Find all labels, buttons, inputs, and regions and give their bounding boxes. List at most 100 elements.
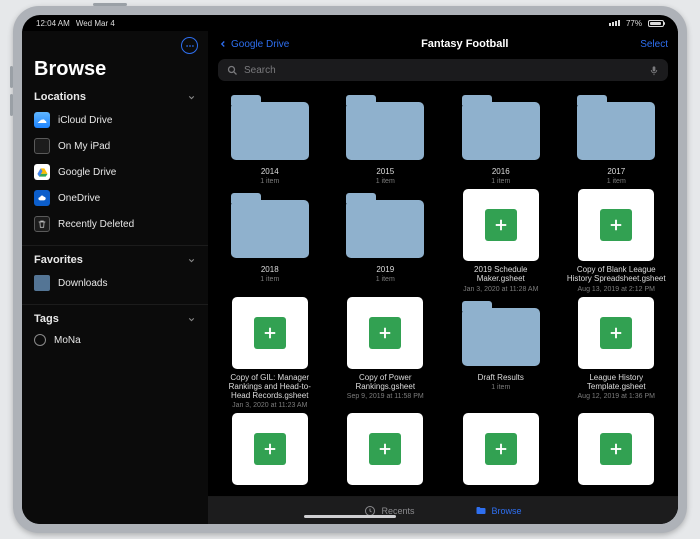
file-tile[interactable] — [332, 413, 440, 491]
sidebar-title: Browse — [22, 56, 208, 89]
file-meta: 1 item — [376, 276, 395, 283]
sidebar-item-google-drive[interactable]: Google Drive — [28, 159, 202, 185]
back-button[interactable]: Google Drive — [218, 39, 289, 50]
file-meta: 1 item — [491, 178, 510, 185]
folder-icon — [226, 91, 314, 163]
icloud-icon: ☁ — [34, 112, 50, 128]
file-meta: 1 item — [607, 178, 626, 185]
file-name: 2019 Schedule Maker.gsheet — [451, 265, 551, 283]
tag-circle-icon — [34, 334, 46, 346]
file-name: Copy of Power Rankings.gsheet — [335, 373, 435, 391]
file-tile[interactable]: 2019 Schedule Maker.gsheet Jan 3, 2020 at… — [447, 189, 555, 292]
file-tile[interactable]: Draft Results1 item — [447, 297, 555, 410]
file-name: 2015 — [376, 167, 394, 176]
battery-percent: 77% — [626, 19, 642, 28]
gsheet-icon — [457, 189, 545, 261]
folder-icon — [475, 505, 487, 517]
volume-button-down — [10, 94, 13, 116]
ipad-icon — [34, 138, 50, 154]
chevron-down-icon — [187, 256, 196, 265]
gsheet-icon — [572, 297, 660, 369]
section-label: Favorites — [34, 254, 83, 266]
tab-browse[interactable]: Browse — [475, 505, 522, 517]
mic-icon[interactable] — [648, 65, 660, 76]
file-meta: Jan 3, 2020 at 11:23 AM — [232, 402, 307, 409]
gsheet-icon — [572, 189, 660, 261]
back-label: Google Drive — [231, 39, 289, 50]
section-locations-header[interactable]: Locations — [22, 89, 208, 105]
sidebar-item-trash[interactable]: Recently Deleted — [28, 211, 202, 237]
file-tile[interactable]: 2017 1 item — [563, 91, 671, 185]
sidebar-item-label: Google Drive — [58, 167, 116, 178]
file-tile[interactable]: 20141 item — [216, 91, 324, 185]
gsheet-icon — [226, 413, 314, 485]
file-name: 2019 — [376, 265, 394, 274]
gsheet-icon — [341, 413, 429, 485]
trash-icon — [34, 216, 50, 232]
file-tile[interactable] — [447, 413, 555, 491]
file-meta: Sep 9, 2019 at 11:58 PM — [347, 393, 424, 400]
file-name: Copy of GIL: Manager Rankings and Head-t… — [220, 373, 320, 401]
folder-icon — [457, 297, 545, 369]
more-circle-icon[interactable] — [181, 37, 198, 54]
folder-icon — [572, 91, 660, 163]
status-bar: 12:04 AM Wed Mar 4 77% — [22, 15, 678, 31]
section-tags-header[interactable]: Tags — [22, 311, 208, 327]
nav-bar: Google Drive Fantasy Football Select — [208, 31, 678, 57]
sidebar-item-label: iCloud Drive — [58, 115, 112, 126]
select-button[interactable]: Select — [640, 39, 668, 50]
file-tile[interactable]: 20181 item — [216, 189, 324, 292]
sidebar-item-label: MoNa — [54, 335, 81, 346]
onedrive-icon — [34, 190, 50, 206]
sidebar-item-downloads[interactable]: Downloads — [28, 270, 202, 296]
file-tile[interactable]: League History Template.gsheetAug 12, 20… — [563, 297, 671, 410]
home-indicator[interactable] — [304, 515, 396, 518]
tab-bar: Recents Browse — [208, 496, 678, 524]
file-meta: 1 item — [376, 178, 395, 185]
sidebar-item-tag[interactable]: MoNa — [28, 329, 202, 351]
battery-icon — [648, 20, 664, 27]
file-tile[interactable] — [563, 413, 671, 491]
gsheet-icon — [572, 413, 660, 485]
file-tile[interactable]: 2019 1 item — [332, 189, 440, 292]
status-date: Wed Mar 4 — [76, 19, 115, 28]
file-tile[interactable] — [216, 413, 324, 491]
section-favorites-header[interactable]: Favorites — [22, 252, 208, 268]
file-meta: 1 item — [260, 276, 279, 283]
file-tile[interactable]: Copy of Blank League History Spreadsheet… — [563, 189, 671, 292]
sidebar-item-ipad[interactable]: On My iPad — [28, 133, 202, 159]
search-placeholder: Search — [244, 65, 642, 76]
gsheet-icon — [226, 297, 314, 369]
tab-label: Recents — [381, 506, 414, 516]
main-pane: Google Drive Fantasy Football Select Sea… — [208, 31, 678, 524]
favorites-list: Downloads — [22, 268, 208, 298]
search-icon — [226, 64, 238, 76]
divider — [22, 245, 208, 246]
tab-label: Browse — [492, 506, 522, 516]
volume-button-up — [10, 66, 13, 88]
file-meta: Jan 3, 2020 at 11:28 AM — [463, 286, 538, 293]
file-name: 2017 — [607, 167, 625, 176]
status-time: 12:04 AM — [36, 19, 70, 28]
google-drive-icon — [34, 164, 50, 180]
file-tile[interactable]: Copy of Power Rankings.gsheet Sep 9, 2019… — [332, 297, 440, 410]
file-grid-scroll[interactable]: 20141 item20151 item20161 item20171 item… — [208, 87, 678, 496]
section-label: Locations — [34, 91, 86, 103]
sidebar-item-icloud[interactable]: ☁ iCloud Drive — [28, 107, 202, 133]
gsheet-icon — [341, 297, 429, 369]
sidebar-item-onedrive[interactable]: OneDrive — [28, 185, 202, 211]
file-name: League History Template.gsheet — [566, 373, 666, 391]
screen: 12:04 AM Wed Mar 4 77% Browse Locations — [22, 15, 678, 524]
chevron-down-icon — [187, 315, 196, 324]
file-tile[interactable]: 20161 item — [447, 91, 555, 185]
file-tile[interactable]: Copy of GIL: Manager Rankings and Head-t… — [216, 297, 324, 410]
chevron-down-icon — [187, 93, 196, 102]
locations-list: ☁ iCloud Drive On My iPad Google Drive — [22, 105, 208, 239]
file-name: Draft Results — [478, 373, 524, 382]
file-meta: 1 item — [260, 178, 279, 185]
folder-icon — [341, 91, 429, 163]
tags-list: MoNa — [22, 327, 208, 353]
file-tile[interactable]: 2015 1 item — [332, 91, 440, 185]
search-input[interactable]: Search — [218, 59, 668, 81]
wifi-icon — [609, 20, 620, 26]
